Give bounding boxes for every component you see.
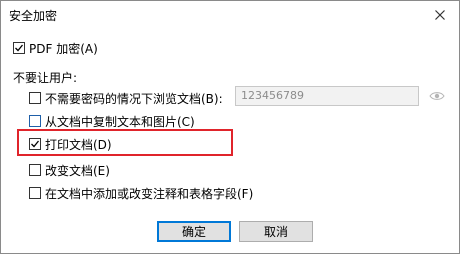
- copy-text-images-checkbox[interactable]: [29, 115, 41, 127]
- highlight-annotation-box: [17, 129, 233, 156]
- ok-button[interactable]: 确定: [157, 221, 231, 242]
- close-icon: [435, 10, 445, 20]
- pdf-encrypt-label: PDF 加密(A): [29, 41, 98, 56]
- password-field[interactable]: 123456789: [235, 86, 419, 106]
- title-bar: 安全加密: [1, 1, 459, 29]
- dialog-title: 安全加密: [9, 9, 58, 23]
- option-change-document[interactable]: 改变文档(E): [29, 161, 110, 179]
- pdf-encrypt-checkbox[interactable]: [13, 42, 25, 54]
- close-button[interactable]: [429, 4, 451, 26]
- eye-icon: [429, 92, 445, 100]
- checkmark-icon: [15, 44, 24, 52]
- pdf-encrypt-option[interactable]: PDF 加密(A): [13, 39, 98, 57]
- restrictions-section-label: 不要让用户:: [13, 71, 78, 85]
- view-without-password-label: 不需要密码的情况下浏览文档(B):: [45, 91, 223, 106]
- add-change-annotations-checkbox[interactable]: [29, 187, 41, 199]
- reveal-password-button[interactable]: [427, 88, 447, 104]
- option-add-change-annotations[interactable]: 在文档中添加或改变注释和表格字段(F): [29, 184, 253, 202]
- cancel-button[interactable]: 取消: [239, 221, 313, 242]
- option-view-without-password[interactable]: 不需要密码的情况下浏览文档(B):: [29, 89, 223, 107]
- add-change-annotations-label: 在文档中添加或改变注释和表格字段(F): [45, 186, 254, 201]
- option-copy-text-images[interactable]: 从文档中复制文本和图片(C): [29, 112, 195, 130]
- security-encryption-dialog: 安全加密 PDF 加密(A) 不要让用户: 不需要密码的情况下浏览文档(B): …: [0, 0, 460, 254]
- copy-text-images-label: 从文档中复制文本和图片(C): [45, 114, 195, 129]
- change-document-label: 改变文档(E): [45, 163, 110, 178]
- change-document-checkbox[interactable]: [29, 164, 41, 176]
- view-without-password-checkbox[interactable]: [29, 92, 41, 104]
